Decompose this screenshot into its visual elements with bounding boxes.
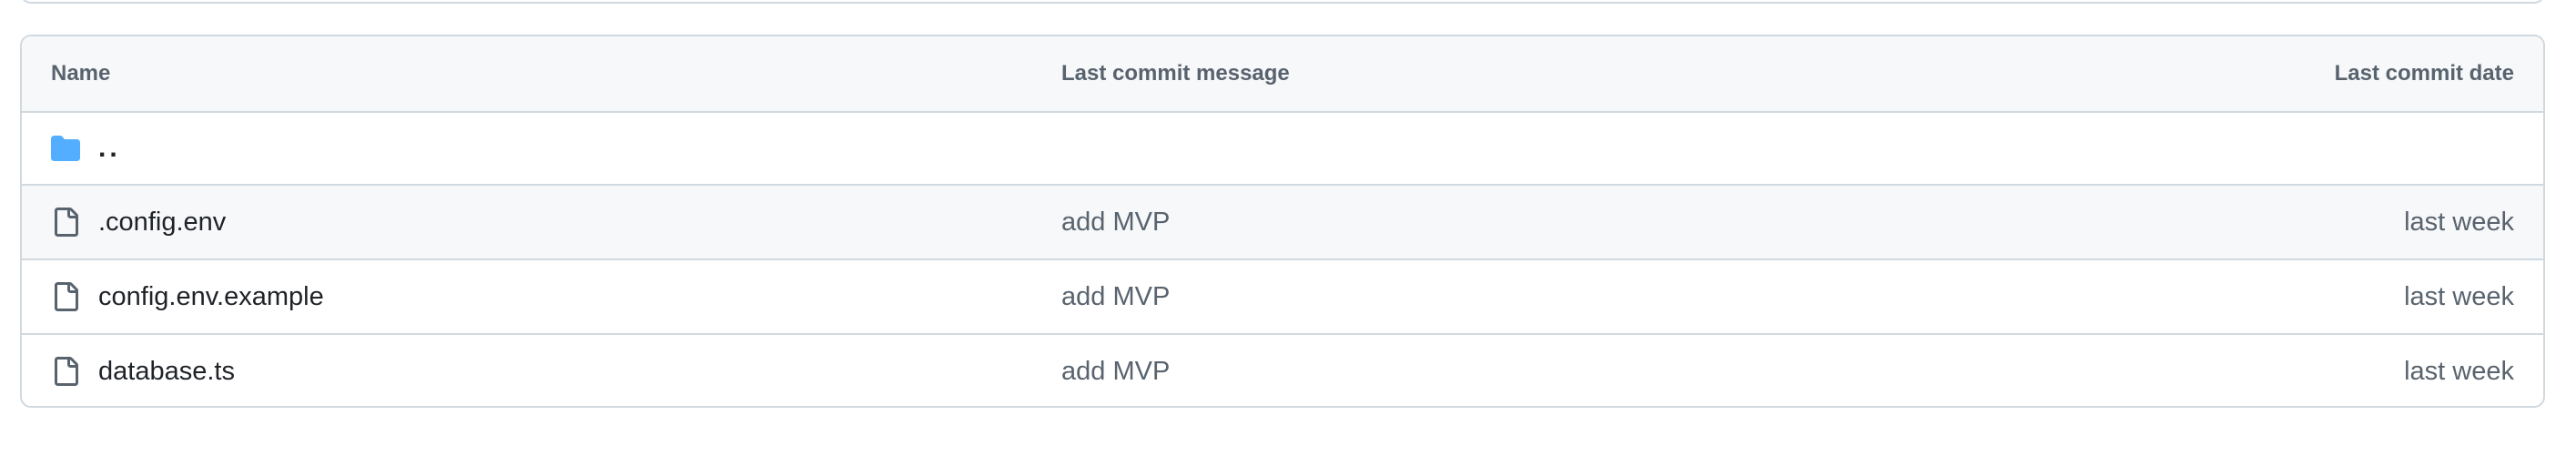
- parent-directory-row[interactable]: ..: [22, 111, 2543, 184]
- commit-message-cell: add MVP: [1061, 260, 1170, 333]
- table-header: Name Last commit message Last commit dat…: [22, 36, 2543, 111]
- header-name-cell: Name: [51, 36, 110, 111]
- parent-directory-link[interactable]: ..: [98, 133, 121, 164]
- table-row[interactable]: database.ts add MVP last week: [22, 333, 2543, 406]
- header-message-cell: Last commit message: [1061, 36, 1290, 111]
- table-row[interactable]: config.env.example add MVP last week: [22, 258, 2543, 333]
- commit-date-cell: last week: [2404, 260, 2514, 333]
- file-name-link[interactable]: .config.env: [98, 208, 226, 238]
- commit-message-link[interactable]: add MVP: [1061, 357, 1170, 387]
- commit-message-cell: add MVP: [1061, 186, 1170, 258]
- commit-date: last week: [2404, 281, 2514, 311]
- header-last-commit-date: Last commit date: [2334, 61, 2514, 86]
- file-name-cell: config.env.example: [51, 260, 324, 333]
- commit-message-cell: add MVP: [1061, 335, 1170, 406]
- folder-icon: [51, 134, 80, 163]
- header-name: Name: [51, 61, 111, 86]
- file-icon: [51, 282, 80, 311]
- file-name-cell: .config.env: [51, 186, 226, 258]
- commit-date: last week: [2404, 356, 2514, 386]
- commit-date-cell: last week: [2404, 186, 2514, 258]
- commit-date-cell: last week: [2404, 335, 2514, 406]
- header-last-commit-message: Last commit message: [1061, 61, 1290, 86]
- table-row[interactable]: .config.env add MVP last week: [22, 184, 2543, 258]
- file-name-cell: database.ts: [51, 335, 235, 406]
- file-name-link[interactable]: database.ts: [98, 357, 235, 387]
- file-name-link[interactable]: config.env.example: [98, 282, 324, 312]
- commit-message-link[interactable]: add MVP: [1061, 208, 1170, 238]
- file-table: Name Last commit message Last commit dat…: [20, 35, 2545, 408]
- parent-directory-cell[interactable]: ..: [51, 113, 121, 184]
- file-icon: [51, 357, 80, 386]
- previous-panel-border: [20, 0, 2545, 4]
- file-icon: [51, 208, 80, 237]
- header-date-cell: Last commit date: [2335, 36, 2514, 111]
- commit-date: last week: [2404, 207, 2514, 237]
- commit-message-link[interactable]: add MVP: [1061, 282, 1170, 312]
